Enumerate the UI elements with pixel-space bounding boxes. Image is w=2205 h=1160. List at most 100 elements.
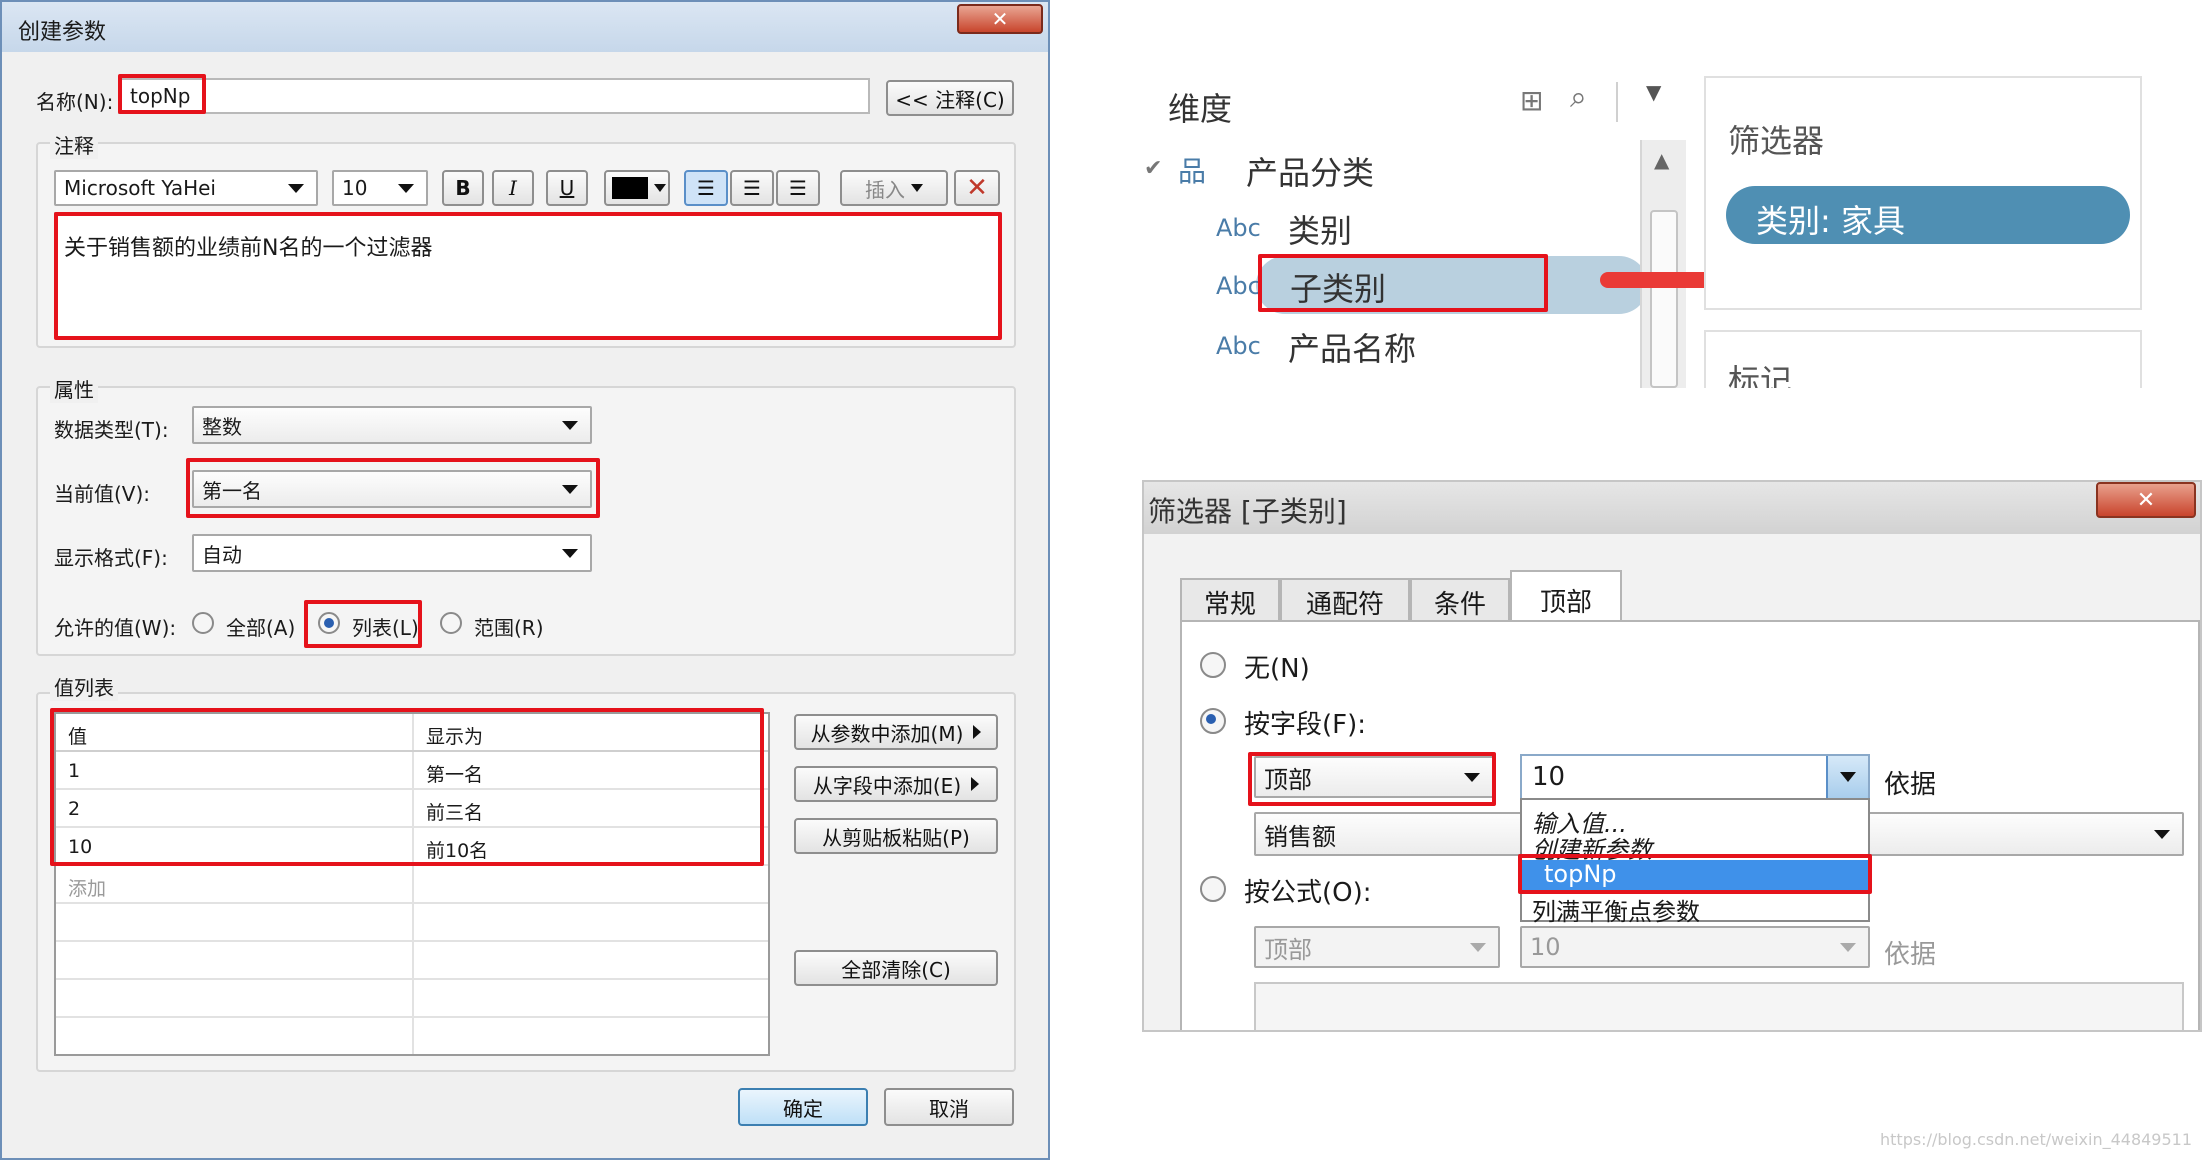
pane-divider: [1616, 82, 1618, 122]
paste-clipboard-label: 从剪贴板粘贴(P): [822, 825, 970, 850]
font-name-select[interactable]: Microsoft YaHei: [54, 170, 318, 206]
align-center-icon: ☰: [743, 176, 761, 200]
marks-title: 标记: [1728, 362, 1793, 388]
scroll-up-icon[interactable]: ▲: [1654, 148, 1669, 172]
dialog-titlebar: 创建参数 ✕: [2, 2, 1048, 52]
filters-shelf: 筛选器 类别: 家具: [1704, 76, 2142, 310]
insert-label: 插入: [865, 177, 905, 202]
formula-count-value: 10: [1530, 933, 1561, 961]
tab-condition[interactable]: 条件: [1410, 578, 1510, 620]
formula-count-select[interactable]: 10: [1520, 926, 1870, 968]
filter-dialog-titlebar: 筛选器 [子类别] ✕: [1144, 482, 2200, 534]
chevron-right-icon: [973, 725, 982, 739]
datatype-select[interactable]: 整数: [192, 406, 592, 444]
chevron-down-icon: [1840, 772, 1856, 782]
filter-pill-label: 类别: 家具: [1756, 202, 1905, 240]
formula-field[interactable]: [1254, 982, 2184, 1030]
count-select[interactable]: 10: [1520, 754, 1870, 800]
close-icon: ✕: [991, 7, 1009, 31]
ok-label: 确定: [783, 1096, 823, 1121]
none-radio[interactable]: [1200, 652, 1226, 678]
add-from-parameter-button[interactable]: 从参数中添加(M): [794, 714, 998, 750]
font-size-select[interactable]: 10: [332, 170, 428, 206]
close-button[interactable]: ✕: [957, 4, 1043, 34]
color-swatch-icon: [612, 177, 648, 199]
comment-toggle-button[interactable]: << 注释(C): [886, 80, 1014, 116]
tab-general[interactable]: 常规: [1180, 578, 1280, 620]
by-formula-radio[interactable]: [1200, 876, 1226, 902]
add-from-parameter-label: 从参数中添加(M): [810, 721, 964, 746]
format-select[interactable]: 自动: [192, 534, 592, 572]
highlight-list-radio: [304, 600, 422, 648]
allowed-all-radio[interactable]: [192, 612, 214, 634]
align-center-button[interactable]: ☰: [730, 170, 774, 206]
italic-button[interactable]: I: [492, 170, 534, 206]
count-value: 10: [1532, 762, 1566, 792]
underline-icon: U: [559, 176, 575, 200]
comment-toggle-label: << 注释(C): [895, 87, 1005, 112]
highlight-topnp-menu: [1518, 854, 1872, 894]
scrollbar-thumb[interactable]: [1650, 210, 1678, 388]
tab-wildcard-label: 通配符: [1305, 590, 1384, 620]
paste-clipboard-button[interactable]: 从剪贴板粘贴(P): [794, 818, 998, 854]
dimensions-title: 维度: [1168, 90, 1233, 128]
tab-wildcard[interactable]: 通配符: [1280, 578, 1410, 620]
clear-x-icon: ✕: [966, 173, 988, 203]
align-right-icon: ☰: [789, 176, 807, 200]
none-label: 无(N): [1244, 654, 1310, 684]
align-right-button[interactable]: ☰: [776, 170, 820, 206]
delete-comment-button[interactable]: ✕: [954, 170, 1000, 206]
value-list-group-label: 值列表: [50, 672, 118, 701]
font-name-value: Microsoft YaHei: [64, 176, 216, 200]
chevron-down-icon[interactable]: ▼: [1646, 80, 1661, 104]
by-field-radio[interactable]: [1200, 708, 1226, 734]
chevron-down-icon: [654, 184, 666, 192]
watermark: https://blog.csdn.net/weixin_44849511: [1880, 1130, 2193, 1149]
insert-button[interactable]: 插入: [840, 170, 948, 206]
hierarchy-check-icon: ✔: [1144, 156, 1163, 181]
search-icon[interactable]: ⌕: [1570, 80, 1587, 115]
menu-item-other-parameter[interactable]: 列满平衡点参数: [1532, 892, 1700, 927]
properties-group-label: 属性: [50, 374, 98, 403]
add-from-field-label: 从字段中添加(E): [812, 773, 962, 798]
align-left-button[interactable]: ☰: [684, 170, 728, 206]
create-parameter-dialog: 创建参数 ✕ 名称(N): topNp << 注释(C) 注释 Microsof…: [0, 0, 1050, 1160]
count-dropdown-button[interactable]: [1826, 756, 1868, 798]
data-pane-scrollbar[interactable]: ▲: [1640, 140, 1686, 388]
field-product-name[interactable]: 产品名称: [1288, 324, 1416, 370]
datatype-label: 数据类型(T):: [54, 418, 169, 442]
format-label: 显示格式(F):: [54, 546, 168, 570]
cancel-button[interactable]: 取消: [884, 1088, 1014, 1126]
allowed-range-radio[interactable]: [440, 612, 462, 634]
highlight-current-value: [186, 458, 600, 518]
filter-close-button[interactable]: ✕: [2096, 482, 2196, 518]
add-from-field-button[interactable]: 从字段中添加(E): [794, 766, 998, 802]
format-value: 自动: [202, 542, 242, 567]
filter-pill[interactable]: 类别: 家具: [1726, 186, 2130, 244]
cancel-label: 取消: [929, 1096, 969, 1121]
allowed-all-label: 全部(A): [226, 616, 296, 640]
current-value-label: 当前值(V):: [54, 482, 151, 506]
name-input[interactable]: topNp: [118, 78, 870, 114]
add-row-placeholder[interactable]: 添加: [68, 874, 106, 901]
by-formula-label: 按公式(O):: [1244, 878, 1372, 908]
grid-view-icon[interactable]: ⊞: [1520, 84, 1543, 117]
tab-top-label: 顶部: [1539, 588, 1592, 618]
field-category[interactable]: 类别: [1288, 206, 1352, 252]
text-color-button[interactable]: [604, 170, 670, 206]
underline-button[interactable]: U: [546, 170, 588, 206]
clear-all-button[interactable]: 全部清除(C): [794, 950, 998, 986]
by-label: 依据: [1884, 770, 1937, 800]
formula-top-select[interactable]: 顶部: [1254, 926, 1500, 968]
bold-button[interactable]: B: [442, 170, 484, 206]
formula-by-label: 依据: [1884, 940, 1937, 970]
chevron-down-icon: [911, 184, 923, 192]
clear-all-label: 全部清除(C): [841, 957, 951, 982]
hierarchy-label[interactable]: 产品分类: [1246, 148, 1374, 194]
tab-top[interactable]: 顶部: [1510, 570, 1622, 622]
dialog-title: 创建参数: [18, 20, 107, 45]
highlight-comment: [54, 212, 1002, 340]
ok-button[interactable]: 确定: [738, 1088, 868, 1126]
formula-top-value: 顶部: [1264, 935, 1312, 964]
tab-condition-label: 条件: [1433, 590, 1486, 620]
